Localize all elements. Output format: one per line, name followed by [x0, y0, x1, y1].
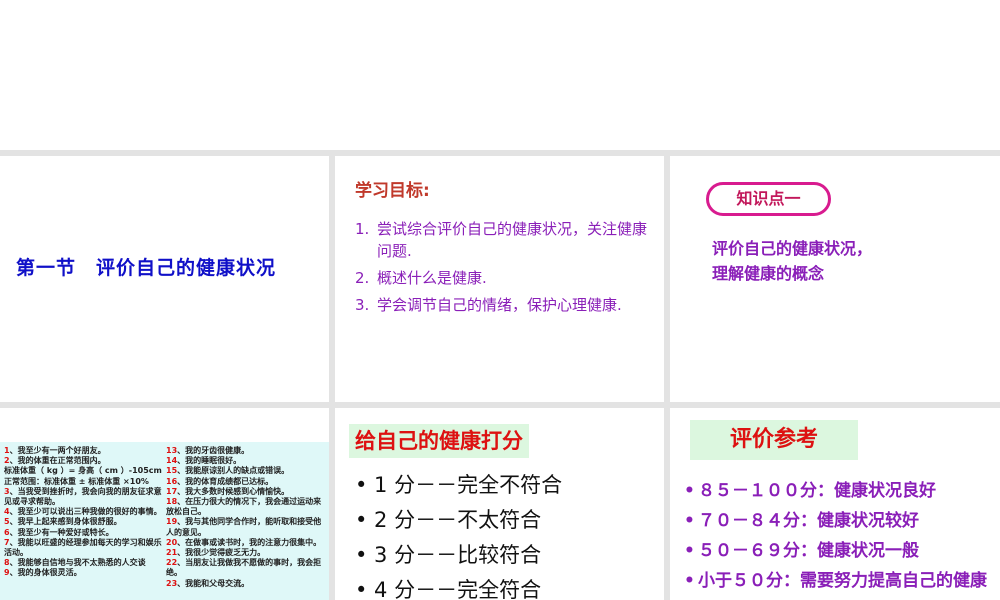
question-item: 标准体重（ kg ）= 身高（ cm ）-105cm — [4, 466, 162, 476]
scoring-item: • 4 分－－完全符合 — [355, 578, 542, 600]
slide-thumbnail-4[interactable]: 1、我至少有一两个好朋友。 2、我的体重在正常范围内。 标准体重（ kg ）= … — [0, 408, 329, 600]
scoring-item: • 3 分－－比较符合 — [355, 543, 542, 567]
blank-top-area — [0, 0, 1000, 150]
question-item: 2、我的体重在正常范围内。 — [4, 456, 106, 466]
question-item: 15、我能原谅别人的缺点或错误。 — [166, 466, 290, 476]
question-item: 20、在做事或读书时，我的注意力很集中。 — [166, 537, 322, 547]
question-item: 1、我至少有一两个好朋友。 — [4, 446, 106, 455]
question-item: 6、我至少有一种爱好或特长。 — [4, 527, 114, 537]
evaluation-item: • ８５－１００分：健康状况良好 — [684, 481, 936, 501]
question-item: 9、我的身体很灵活。 — [4, 568, 82, 578]
lesson-title: 第一节 评价自己的健康状况 — [16, 257, 277, 279]
question-item: 正常范围：标准体重 ± 标准体重 ×10% — [4, 476, 149, 486]
question-item: 16、我的体育成绩都已达标。 — [166, 476, 274, 486]
evaluation-list: • ８５－１００分：健康状况良好 • ７０－８４分：健康状况较好 • ５０－６９分：健… — [684, 476, 996, 600]
objective-item: 1. 尝试综合评价自己的健康状况，关注健康问题. — [355, 220, 648, 260]
scoring-list: • 1 分－－完全不符合 • 2 分－－不太符合 • 3 分－－比较符合 • 4… — [355, 468, 562, 600]
question-item: 17、我大多数时候感到心情愉快。 — [166, 486, 290, 496]
evaluation-item: • ７０－８４分：健康状况较好 — [684, 511, 919, 531]
question-item: 23、我能和父母交流。 — [166, 578, 250, 588]
knowledge-point-badge: 知识点一 — [706, 182, 831, 216]
slide-thumbnail-5[interactable]: 给自己的健康打分 • 1 分－－完全不符合 • 2 分－－不太符合 • 3 分－… — [335, 408, 664, 600]
evaluation-item: •小于５０分：需要努力提高自己的健康状况 — [684, 571, 987, 591]
question-item: 5、我早上起来感到身体很舒服。 — [4, 517, 122, 527]
scoring-item: • 1 分－－完全不符合 — [355, 473, 563, 497]
objective-item: 2. 概述什么是健康. — [355, 269, 487, 287]
question-item: 4、我至少可以说出三种我做的很好的事情。 — [4, 507, 162, 517]
knowledge-point-text: 评价自己的健康状况，理解健康的概念 — [712, 239, 873, 283]
evaluation-item: • ５０－６９分：健康状况一般 — [684, 541, 919, 561]
question-item: 7、我能以旺盛的经理参加每天的学习和娱乐活动。 — [4, 537, 162, 558]
evaluation-reference-title: 评价参考 — [690, 420, 858, 460]
question-item: 21、我很少觉得疲乏无力。 — [166, 548, 266, 558]
question-item: 8、我能够自信地与我不太熟悉的人交谈 — [4, 558, 146, 568]
slide-thumbnail-1[interactable]: 第一节 评价自己的健康状况 — [0, 156, 329, 402]
learning-objectives-heading: 学习目标: — [355, 181, 430, 201]
slide-thumbnail-6[interactable]: 评价参考 • ８５－１００分：健康状况良好 • ７０－８４分：健康状况较好 • ５０－… — [670, 408, 1000, 600]
slide-thumbnail-3[interactable]: 知识点一 评价自己的健康状况，理解健康的概念 — [670, 156, 1000, 402]
objectives-list: 1. 尝试综合评价自己的健康状况，关注健康问题. 2. 概述什么是健康. 3. 学会调… — [355, 218, 655, 321]
objective-item: 3. 学会调节自己的情绪，保护心理健康. — [355, 296, 622, 314]
question-item: 18、在压力很大的情况下，我会通过运动来放松自己。 — [166, 497, 322, 517]
questionnaire-column-2: 13、我的牙齿很健康。 14、我的睡眠很好。 15、我能原谅别人的缺点或错误。 … — [166, 446, 326, 589]
slide-thumbnail-2[interactable]: 学习目标: 1. 尝试综合评价自己的健康状况，关注健康问题. 2. 概述什么是健康.… — [335, 156, 664, 402]
question-item: 14、我的睡眠很好。 — [166, 456, 242, 466]
scoring-item: • 2 分－－不太符合 — [355, 508, 542, 532]
question-item: 13、我的牙齿很健康。 — [166, 446, 250, 455]
question-item: 19、我与其他同学合作时，能听取和接受他人的意见。 — [166, 517, 322, 537]
question-item: 22、当朋友让我做我不愿做的事时，我会拒绝。 — [166, 558, 322, 578]
scoring-title: 给自己的健康打分 — [349, 424, 529, 458]
question-item: 3、当我受到挫折时，我会向我的朋友征求意见或寻求帮助。 — [4, 486, 162, 507]
questionnaire-column-1: 1、我至少有一两个好朋友。 2、我的体重在正常范围内。 标准体重（ kg ）= … — [4, 446, 164, 579]
